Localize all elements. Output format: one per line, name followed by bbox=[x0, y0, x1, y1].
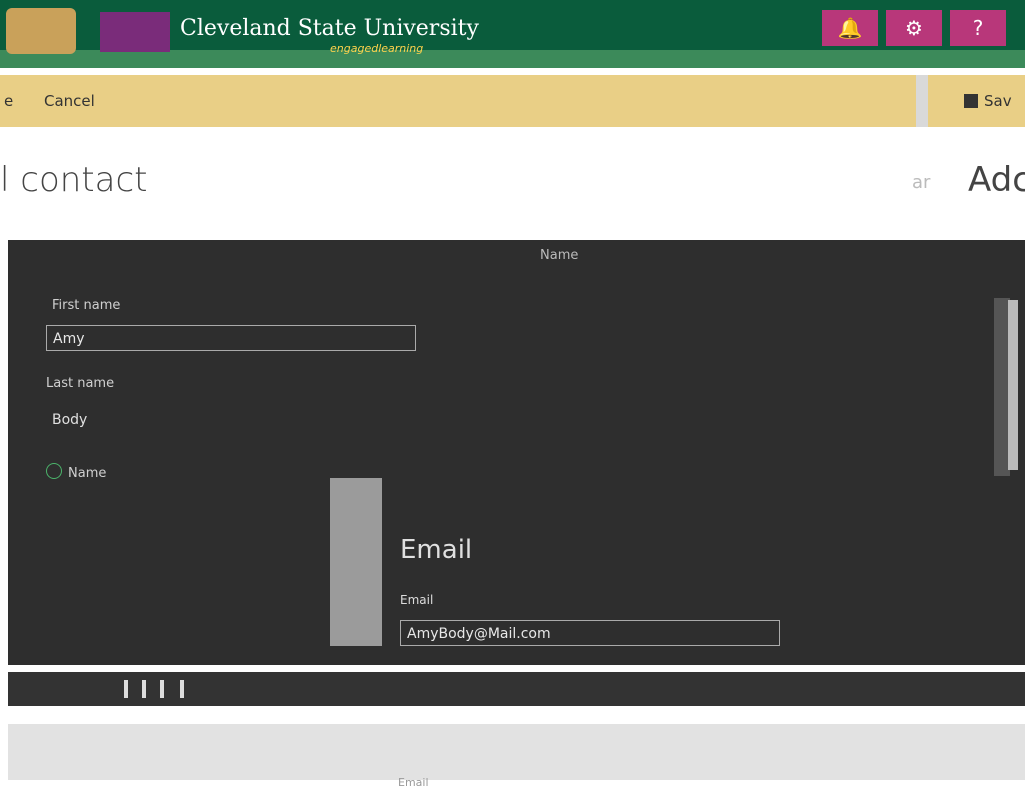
gear-icon: ⚙ bbox=[905, 16, 923, 40]
help-icon: ? bbox=[972, 16, 984, 40]
footer-white-block bbox=[720, 706, 1025, 724]
footer-area bbox=[8, 724, 1025, 780]
scrollbar-thumb[interactable] bbox=[1008, 300, 1018, 470]
command-bar bbox=[0, 75, 1025, 127]
header-tagline: engagedlearning bbox=[330, 42, 424, 55]
command-fragment[interactable]: e bbox=[4, 92, 13, 110]
save-button[interactable]: Sav bbox=[964, 92, 1012, 110]
app-header: Cleveland State University engagedlearni… bbox=[0, 0, 1025, 68]
help-button[interactable]: ? bbox=[950, 10, 1006, 46]
notifications-button[interactable]: 🔔 bbox=[822, 10, 878, 46]
footer-email-link[interactable]: Email bbox=[398, 776, 429, 789]
section-header-name: Name bbox=[540, 248, 579, 263]
side-panel-title: Adc bbox=[968, 160, 1025, 200]
footer-bar-mark bbox=[160, 680, 164, 698]
header-band bbox=[0, 50, 1025, 68]
cancel-button[interactable]: Cancel bbox=[44, 92, 95, 110]
footer-white-block bbox=[8, 706, 30, 724]
save-button-label: Sav bbox=[984, 92, 1012, 110]
email-field[interactable]: AmyBody@Mail.com bbox=[400, 620, 780, 646]
floppy-disk-icon bbox=[964, 94, 978, 108]
side-panel-fragment: ar bbox=[912, 172, 931, 193]
last-name-label: Last name bbox=[46, 376, 115, 391]
first-name-label: First name bbox=[52, 298, 121, 313]
email-label: Email bbox=[400, 593, 434, 607]
panel-divider-block bbox=[330, 478, 382, 646]
name-label: Name bbox=[68, 466, 107, 481]
bell-icon: 🔔 bbox=[837, 16, 863, 40]
footer-bar-mark bbox=[180, 680, 184, 698]
name-row[interactable]: Name bbox=[46, 463, 106, 481]
university-crest-logo bbox=[100, 12, 170, 52]
last-name-value[interactable]: Body bbox=[52, 412, 87, 428]
university-name: Cleveland State University bbox=[180, 16, 479, 41]
mascot-logo bbox=[6, 8, 76, 54]
form-panel bbox=[8, 240, 1025, 665]
command-bar-divider bbox=[916, 75, 928, 127]
footer-bar-mark bbox=[124, 680, 128, 698]
footer-bar-mark bbox=[142, 680, 146, 698]
page-title: l contact bbox=[0, 160, 148, 200]
settings-button[interactable]: ⚙ bbox=[886, 10, 942, 46]
first-name-field[interactable]: Amy bbox=[46, 325, 416, 351]
footer-white-block bbox=[72, 706, 610, 724]
email-section-title: Email bbox=[400, 535, 473, 565]
person-icon bbox=[46, 463, 62, 479]
